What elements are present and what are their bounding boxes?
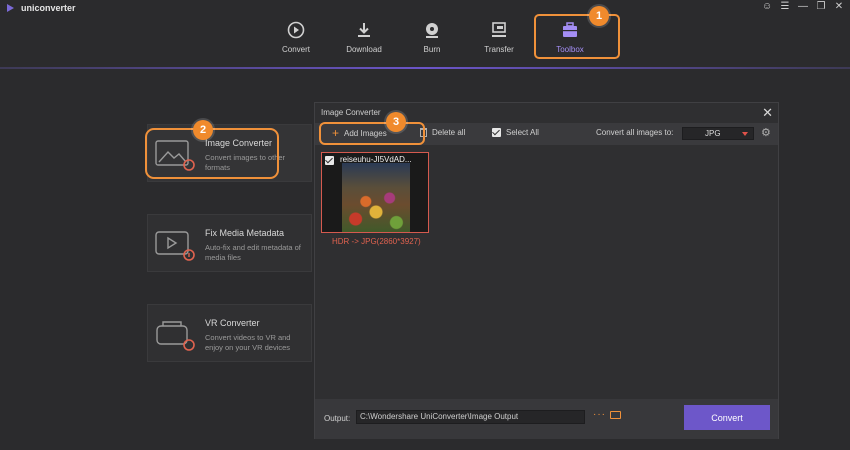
nav-burn[interactable]: Burn	[397, 18, 467, 60]
dialog-footer: Output: C:\Wondershare UniConverter\Imag…	[315, 399, 778, 439]
nav-transfer[interactable]: Transfer	[464, 18, 534, 60]
convert-all-label: Convert all images to:	[596, 128, 673, 137]
app-title: uniconverter	[21, 3, 76, 13]
nav-divider	[0, 67, 850, 69]
nav-download[interactable]: Download	[329, 18, 399, 60]
thumbnail-image	[342, 163, 410, 232]
close-icon[interactable]: ✕	[834, 2, 844, 12]
window-controls: ☺ ☰ — ❐ ✕	[762, 2, 844, 12]
output-label: Output:	[324, 414, 351, 423]
nav-burn-label: Burn	[423, 45, 441, 54]
app-logo-icon	[7, 4, 14, 12]
step-badge-1: 1	[589, 6, 609, 26]
nav-convert-label: Convert	[281, 45, 310, 54]
burn-icon	[426, 23, 438, 38]
nav-transfer-label: Transfer	[484, 45, 514, 54]
image-thumbnail[interactable]: reiseuhu-JI5VdAD...	[321, 152, 429, 233]
more-options-icon[interactable]: ···	[593, 409, 606, 420]
download-icon	[358, 23, 370, 37]
format-select-value: JPG	[705, 129, 721, 138]
user-icon[interactable]: ☺	[762, 2, 772, 12]
menu-icon[interactable]: ☰	[780, 2, 790, 12]
minimize-icon[interactable]: —	[798, 2, 808, 12]
settings-gear-icon[interactable]: ⚙	[761, 126, 771, 139]
tool-fix-media-metadata[interactable]: Fix Media Metadata Auto-fix and edit met…	[147, 214, 312, 272]
close-dialog-icon[interactable]: ✕	[762, 105, 773, 121]
delete-all-label: Delete all	[432, 128, 466, 137]
tool-fix-media-metadata-name: Fix Media Metadata	[205, 228, 285, 238]
convert-all-label-text: Convert all images to:	[596, 128, 674, 137]
nav-convert[interactable]: Convert	[261, 18, 331, 60]
image-converter-highlight	[145, 128, 279, 179]
dialog-title: Image Converter	[321, 108, 381, 117]
tool-vr-converter[interactable]: VR Converter Convert videos to VR and en…	[147, 304, 312, 362]
convert-icon	[287, 21, 305, 39]
output-path-field[interactable]: C:\Wondershare UniConverter\Image Output	[356, 410, 585, 424]
add-images-highlight	[319, 122, 425, 145]
tool-fix-media-metadata-desc: Auto-fix and edit metadata of media file…	[205, 243, 301, 262]
thumbnail-filename: reiseuhu-JI5VdAD...	[340, 155, 412, 164]
transfer-icon	[492, 22, 506, 37]
step-badge-2: 2	[193, 120, 213, 140]
open-folder-icon[interactable]	[610, 411, 621, 419]
title-bar: uniconverter ☺ ☰ — ❐ ✕	[0, 0, 850, 16]
select-all-check-icon	[492, 128, 501, 137]
delete-all-button[interactable]: Delete all	[420, 128, 465, 137]
conversion-info: HDR -> JPG(2860*3927)	[332, 237, 421, 246]
convert-button[interactable]: Convert	[684, 405, 770, 430]
select-all-label: Select All	[506, 128, 539, 137]
top-navigation: Convert Download Burn Transfer Toolbox	[0, 16, 850, 68]
tool-vr-converter-name: VR Converter	[205, 318, 260, 328]
media-metadata-icon	[155, 231, 195, 261]
tool-vr-converter-desc: Convert videos to VR and enjoy on your V…	[205, 333, 291, 352]
chevron-down-icon	[742, 132, 748, 136]
step-badge-3: 3	[386, 112, 406, 132]
nav-download-label: Download	[346, 45, 382, 54]
restore-icon[interactable]: ❐	[816, 2, 826, 12]
thumbnail-checkbox[interactable]	[325, 156, 334, 165]
image-converter-dialog: Image Converter ✕ + Add Images Delete al…	[314, 102, 779, 439]
vr-headset-icon	[156, 321, 195, 351]
format-select[interactable]: JPG	[682, 127, 754, 140]
select-all-checkbox[interactable]: Select All	[492, 128, 539, 137]
